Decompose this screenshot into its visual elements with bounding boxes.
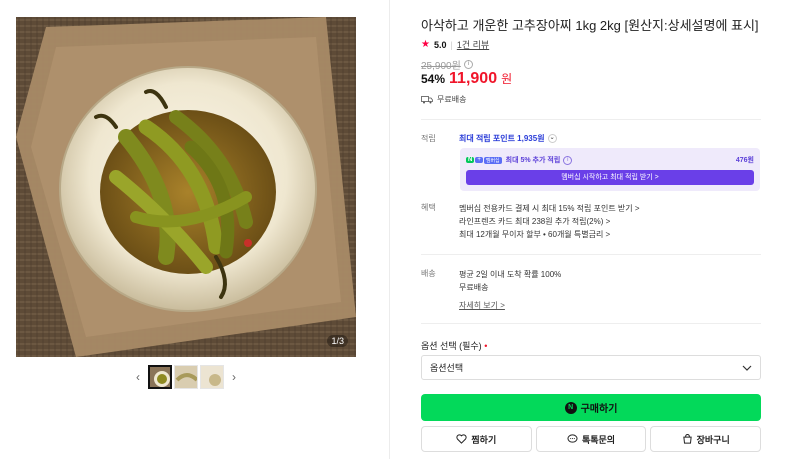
thumbnail-strip: ‹ ›: [130, 365, 242, 389]
thumbnail-1[interactable]: [148, 365, 172, 389]
chevron-right-icon[interactable]: ›: [226, 365, 242, 389]
discount-rate: 54%: [421, 72, 446, 86]
section-divider: [421, 323, 761, 324]
option-selected-value: 옵션선택: [430, 363, 464, 373]
thumbnail-2[interactable]: [174, 365, 198, 389]
membership-badge: 멤버십: [483, 156, 502, 164]
section-divider: [421, 254, 761, 255]
membership-text: 최대 5% 추가 적립: [505, 157, 561, 164]
star-icon: ★: [421, 39, 430, 50]
benefit-item[interactable]: 멤버십 전용카드 결제 시 최대 15% 적립 포인트 받기 >: [459, 202, 640, 215]
delivery-probability: 평균 2일 이내 도착 확률 100%: [459, 270, 562, 279]
section-divider: [421, 119, 761, 120]
delivery-label: 배송: [421, 269, 436, 278]
chevron-left-icon[interactable]: ‹: [130, 365, 146, 389]
chevron-down-icon[interactable]: ⌄: [547, 134, 557, 143]
buy-button-label: 구매하기: [580, 404, 618, 415]
info-icon[interactable]: i: [563, 155, 573, 165]
max-points[interactable]: 최대 적립 포인트 1,935원 ⌄: [459, 133, 557, 144]
sale-price-unit: 원: [501, 72, 513, 86]
review-link[interactable]: 1건 리뷰: [457, 38, 489, 51]
shopping-bag-icon: [682, 434, 692, 444]
option-select[interactable]: 옵션선택: [421, 355, 761, 380]
option-label: 옵션 선택 (필수) •: [421, 339, 487, 352]
product-main-image[interactable]: 1/3: [16, 17, 356, 357]
truck-icon: [421, 95, 433, 103]
secondary-actions: 찜하기 톡톡문의 장바구니: [421, 426, 762, 452]
column-divider: [389, 0, 390, 459]
max-points-text: 최대 적립 포인트 1,935원: [459, 134, 545, 143]
chat-bubble-icon: [567, 434, 578, 443]
talk-inquiry-label: 톡톡문의: [581, 434, 616, 445]
thumbnail-3[interactable]: [200, 365, 224, 389]
rating-score: 5.0: [433, 39, 447, 50]
cart-button-label: 장바구니: [696, 434, 730, 445]
product-title: 아삭하고 개운한 고추장아찌 1kg 2kg [원산지:상세설명에 표시]: [421, 18, 759, 33]
cart-button[interactable]: 장바구니: [650, 426, 762, 452]
shipping-text: 무료배송: [437, 95, 467, 104]
required-mark: •: [484, 341, 488, 351]
shipping-badge: 무료배송: [421, 94, 466, 105]
delivery-fee: 무료배송: [459, 283, 489, 292]
benefit-item[interactable]: 최대 12개월 무이자 할부 • 60개월 특별금리 >: [459, 228, 640, 241]
delivery-detail-link[interactable]: 자세히 보기 >: [459, 299, 561, 312]
sale-price: 11,900: [449, 70, 498, 87]
chevron-down-icon: [742, 365, 752, 371]
image-counter: 1/3: [327, 335, 348, 347]
wish-button-label: 찜하기: [471, 434, 497, 445]
naver-pay-icon: N: [564, 401, 577, 414]
pickled-peppers-photo: [16, 17, 356, 357]
membership-box: N + 멤버십 최대 5% 추가 적립 i 476원 멤버십 시작하고 최대 적…: [460, 148, 760, 191]
plus-badge: +: [475, 157, 483, 163]
buy-button[interactable]: N 구매하기: [421, 394, 761, 421]
heart-icon: [456, 434, 467, 444]
membership-row: N + 멤버십 최대 5% 추가 적립 i 476원: [466, 155, 754, 165]
benefit-list: 멤버십 전용카드 결제 시 최대 15% 적립 포인트 받기 > 라인프렌즈 카…: [459, 202, 640, 241]
divider: |: [450, 39, 453, 50]
membership-amount: 476원: [735, 157, 754, 164]
membership-start-button[interactable]: 멤버십 시작하고 최대 적립 받기 >: [466, 170, 754, 185]
wish-button[interactable]: 찜하기: [421, 426, 532, 452]
price-row: 54% 11,900 원: [421, 70, 512, 88]
points-label: 적립: [421, 134, 436, 143]
naver-badge: N: [466, 157, 475, 163]
info-icon[interactable]: i: [463, 60, 473, 69]
talk-inquiry-button[interactable]: 톡톡문의: [535, 426, 647, 452]
rating-row: ★ 5.0 | 1건 리뷰: [421, 38, 489, 51]
option-label-text: 옵션 선택 (필수): [421, 341, 482, 351]
delivery-info: 평균 2일 이내 도착 확률 100% 무료배송 자세히 보기 >: [459, 268, 561, 312]
benefit-item[interactable]: 라인프렌즈 카드 최대 238원 추가 적립(2%) >: [459, 215, 640, 228]
benefits-label: 혜택: [421, 203, 436, 212]
